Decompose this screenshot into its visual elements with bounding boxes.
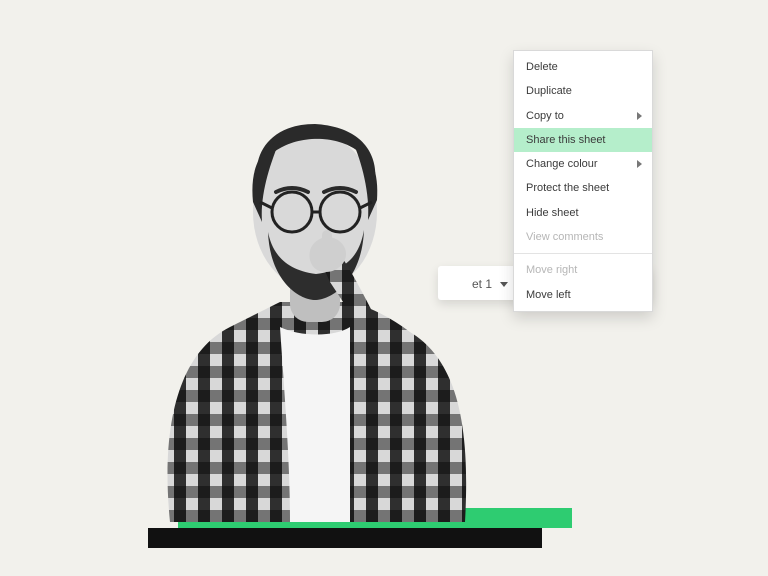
menu-item-move-left[interactable]: Move left (514, 283, 652, 307)
menu-item-label: Share this sheet (526, 133, 606, 147)
menu-item-hide-sheet[interactable]: Hide sheet (514, 201, 652, 225)
sheet-tab-1[interactable]: et 1 (438, 266, 516, 300)
menu-item-label: Hide sheet (526, 206, 579, 220)
menu-item-duplicate[interactable]: Duplicate (514, 79, 652, 103)
accent-bar-black (148, 528, 542, 548)
submenu-caret-icon (637, 112, 642, 120)
menu-item-delete[interactable]: Delete (514, 55, 652, 79)
menu-item-label: Change colour (526, 157, 598, 171)
submenu-caret-icon (637, 160, 642, 168)
menu-separator (514, 253, 652, 254)
menu-item-change-colour[interactable]: Change colour (514, 152, 652, 176)
menu-item-protect-the-sheet[interactable]: Protect the sheet (514, 176, 652, 200)
sheet-tab-1-label: et 1 (472, 277, 492, 291)
menu-item-label: Delete (526, 60, 558, 74)
menu-item-copy-to[interactable]: Copy to (514, 104, 652, 128)
menu-item-label: Move right (526, 263, 577, 277)
menu-item-share-this-sheet[interactable]: Share this sheet (514, 128, 652, 152)
menu-item-label: Duplicate (526, 84, 572, 98)
person-photo (150, 102, 480, 522)
menu-item-label: View comments (526, 230, 603, 244)
menu-item-move-right: Move right (514, 258, 652, 282)
sheet-context-menu: Delete Duplicate Copy to Share this sheet Ch… (513, 50, 653, 312)
dropdown-caret-icon (500, 282, 508, 287)
menu-item-label: Copy to (526, 109, 564, 123)
menu-item-label: Move left (526, 288, 571, 302)
menu-item-view-comments: View comments (514, 225, 652, 249)
menu-item-label: Protect the sheet (526, 181, 609, 195)
